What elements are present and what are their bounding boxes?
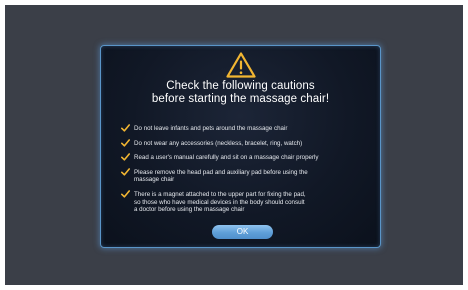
caution-list: Do not leave infants and pets around the…: [121, 124, 377, 214]
check-icon: [121, 167, 130, 176]
dialog-title: Check the following cautions before star…: [101, 80, 380, 106]
dialog-title-line-1: Check the following cautions: [166, 80, 315, 92]
warning-triangle-icon: [226, 52, 256, 78]
check-icon: [121, 190, 130, 198]
caution-item: Please remove the head pad and auxiliary…: [121, 167, 377, 184]
caution-item-text-line: There is a magnet attached to the upper …: [134, 190, 306, 198]
caution-item: Do not leave infants and pets around the…: [121, 124, 377, 133]
caution-dialog: Check the following cautions before star…: [100, 45, 381, 248]
screen-background: Check the following cautions before star…: [5, 5, 463, 285]
caution-item-text-line: massage chair: [134, 176, 175, 184]
ok-button[interactable]: OK: [212, 225, 273, 239]
dialog-title-line-2: before starting the massage chair!: [151, 93, 330, 105]
check-icon: [121, 153, 130, 161]
caution-item-text-line: Please remove the head pad and auxiliary…: [134, 168, 308, 176]
caution-item-text: Read a user's manual carefully and sit o…: [134, 154, 319, 162]
caution-item-text-line: so those who have medical devices in the…: [134, 198, 305, 206]
caution-item-text: Do not leave infants and pets around the…: [134, 125, 288, 132]
caution-item: Read a user's manual carefully and sit o…: [121, 153, 377, 162]
check-icon: [121, 124, 130, 132]
caution-item: Do not wear any accessories (neckless, b…: [121, 138, 377, 148]
check-icon: [121, 138, 130, 147]
caution-item-text-line: a doctor before using the massage chair: [134, 206, 245, 214]
caution-item-text: Do not wear any accessories (neckless, b…: [134, 139, 303, 147]
caution-item: There is a magnet attached to the upper …: [121, 190, 377, 214]
